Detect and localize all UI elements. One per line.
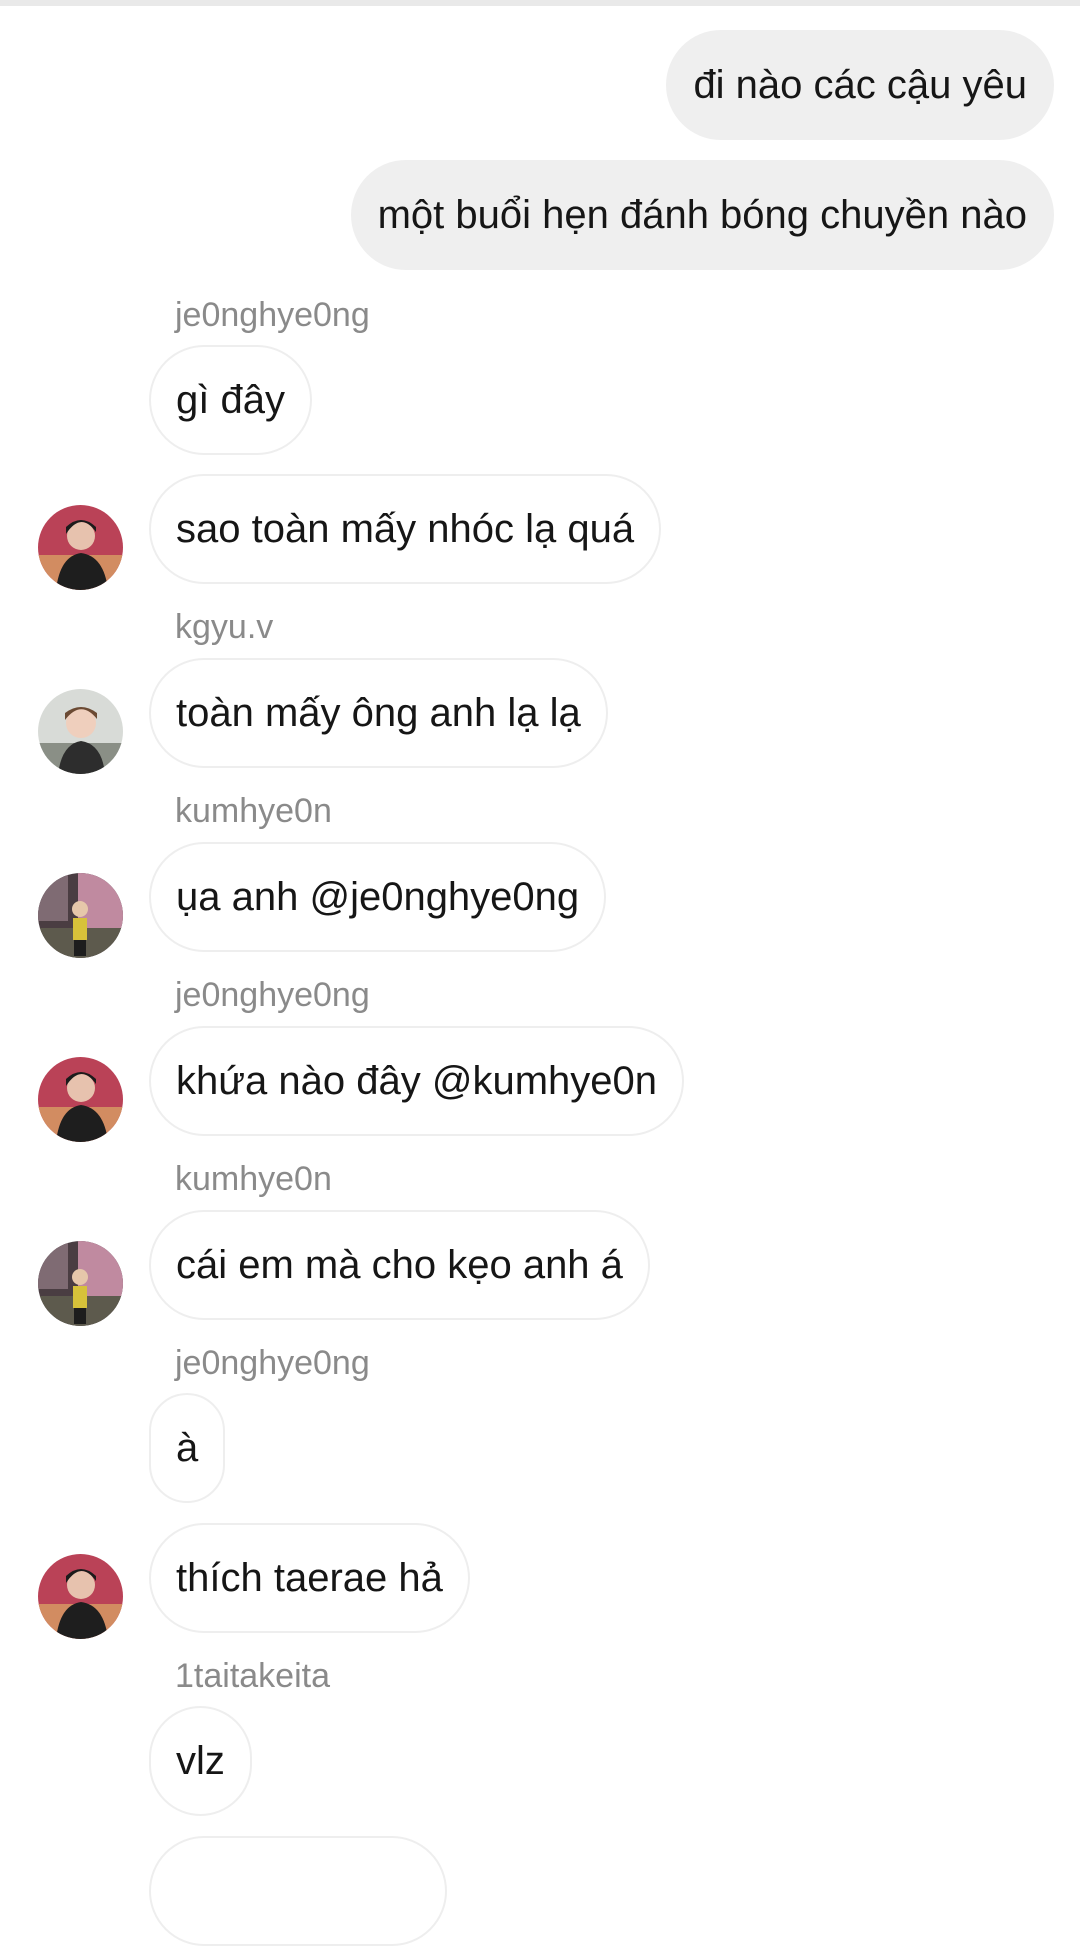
sent-message-bubble[interactable]: một buổi hẹn đánh bóng chuyền nào xyxy=(350,160,1054,270)
sender-avatar[interactable] xyxy=(38,505,123,590)
message-text: cái em mà cho kẹo anh á xyxy=(176,1243,623,1287)
received-message-bubble[interactable]: sao toàn mấy nhóc lạ quá xyxy=(149,474,662,584)
sender-avatar[interactable] xyxy=(38,1057,123,1142)
sender-name: 1taitakeita xyxy=(175,1657,330,1695)
message-text: một buổi hẹn đánh bóng chuyền nào xyxy=(377,193,1027,237)
received-message-bubble[interactable]: thích taerae hả xyxy=(149,1523,470,1633)
message-text: đi nào các cậu yêu xyxy=(693,63,1027,107)
message-text: à xyxy=(176,1426,199,1470)
message-text: toàn mấy ông anh lạ lạ xyxy=(176,691,581,735)
sender-avatar[interactable] xyxy=(38,689,123,774)
sender-name: je0nghye0ng xyxy=(175,976,370,1014)
sender-name: kumhye0n xyxy=(175,1160,332,1198)
sender-avatar[interactable] xyxy=(38,1554,123,1639)
received-message-bubble[interactable]: gì đây xyxy=(149,345,312,455)
received-message-bubble[interactable]: toàn mấy ông anh lạ lạ xyxy=(149,658,608,768)
received-message-bubble[interactable]: ụa anh @je0nghye0ng xyxy=(149,842,607,952)
sender-name: kumhye0n xyxy=(175,792,332,830)
sender-avatar[interactable] xyxy=(38,873,123,958)
avatar-photo-icon xyxy=(38,1057,123,1142)
received-message-bubble[interactable]: à xyxy=(149,1393,226,1503)
received-message-bubble[interactable]: vlz xyxy=(149,1706,252,1816)
received-message-bubble[interactable]: cái em mà cho kẹo anh á xyxy=(149,1210,650,1320)
message-text: khứa nào đây @kumhye0n xyxy=(176,1059,657,1103)
partially-visible-message-bubble[interactable] xyxy=(149,1836,447,1946)
message-thread[interactable]: đi nào các cậu yêu một buổi hẹn đánh bón… xyxy=(0,0,1080,1946)
message-text: ụa anh @je0nghye0ng xyxy=(176,875,580,919)
avatar-photo-icon xyxy=(38,873,123,958)
sender-avatar[interactable] xyxy=(38,1241,123,1326)
received-message-bubble[interactable]: khứa nào đây @kumhye0n xyxy=(149,1026,684,1136)
message-text: gì đây xyxy=(176,378,285,422)
sender-name: kgyu.v xyxy=(175,608,274,646)
message-text: thích taerae hả xyxy=(176,1556,443,1600)
message-text: vlz xyxy=(176,1739,225,1783)
avatar-photo-icon xyxy=(38,1241,123,1326)
avatar-photo-icon xyxy=(38,689,123,774)
message-text: sao toàn mấy nhóc lạ quá xyxy=(176,507,635,551)
sender-name: je0nghye0ng xyxy=(175,296,370,334)
avatar-photo-icon xyxy=(38,1554,123,1639)
sender-name: je0nghye0ng xyxy=(175,1344,370,1382)
sent-message-bubble[interactable]: đi nào các cậu yêu xyxy=(666,30,1054,140)
avatar-photo-icon xyxy=(38,505,123,590)
